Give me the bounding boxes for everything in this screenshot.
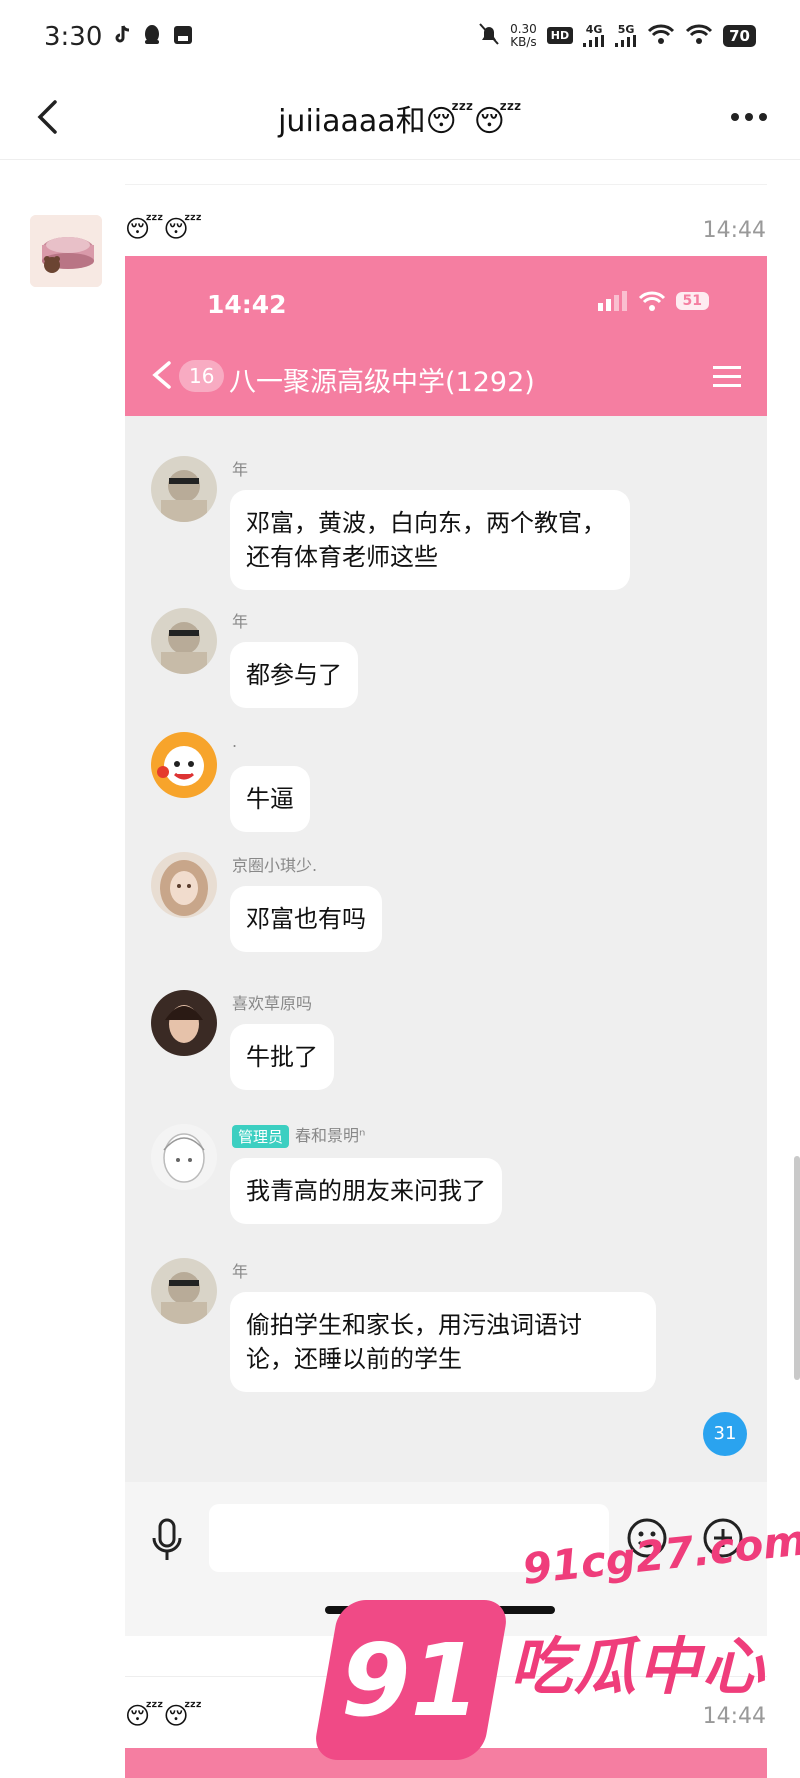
avatar — [151, 852, 217, 918]
avatar — [151, 608, 217, 674]
message-time: 14:44 — [702, 218, 766, 243]
message-bubble[interactable]: 偷拍学生和家长，用污浊词语讨 论，还睡以前的学生 — [230, 1292, 656, 1392]
inner-header: 14:42 51 16 八一聚源高级中学(1292) — [125, 256, 767, 416]
net-speed-unit: KB/s — [510, 34, 537, 49]
more-options-button[interactable] — [726, 102, 772, 132]
avatar — [151, 1258, 217, 1324]
inner-wifi-icon — [638, 291, 665, 311]
avatar-image — [151, 608, 217, 674]
message-bubble[interactable]: 邓富，黄波，白向东，两个教官， 还有体育老师这些 — [230, 490, 630, 590]
inner-signal-icon — [597, 291, 627, 311]
status-bar: 3:30 0.30 KB/s HD 4G 5G 70 — [0, 0, 800, 80]
mute-bell-icon — [478, 22, 500, 49]
sender-name-row: 管理员 春和景明ⁿ — [232, 1122, 365, 1148]
chat-header: juiiaaaa和😴😴 — [0, 80, 800, 160]
watermark-name: 吃瓜中心 — [510, 1630, 767, 1703]
sender-name: . — [232, 732, 238, 751]
net-speed: 0.30 KB/s — [510, 21, 537, 49]
chat-title: juiiaaaa和😴😴 — [278, 104, 522, 139]
inner-group-title: 八一聚源高级中学(1292) — [229, 367, 535, 398]
inner-status-time: 14:42 — [207, 290, 287, 319]
watermark-logo-text: 91 — [341, 1621, 481, 1739]
message-bubble[interactable]: 我青高的朋友来问我了 — [230, 1158, 502, 1224]
message-bubble[interactable]: 都参与了 — [230, 642, 358, 708]
watermark: 91cg27.com 91 吃瓜中心 — [311, 1515, 800, 1778]
tiktok-icon — [112, 24, 132, 50]
inner-unread-badge: 16 — [179, 360, 225, 392]
message-bubble[interactable]: 牛逼 — [230, 766, 310, 832]
qq-icon — [142, 24, 162, 50]
avatar-image — [151, 456, 217, 522]
unread-count-badge[interactable]: 31 — [703, 1412, 747, 1456]
sender-name: 春和景明ⁿ — [295, 1126, 366, 1145]
avatar — [151, 732, 217, 798]
anime-avatar-image — [151, 1124, 217, 1190]
inner-status-icons: 51 — [597, 290, 709, 312]
sender-name: 喜欢草原吗 — [232, 994, 313, 1013]
inner-battery: 51 — [675, 292, 709, 310]
avatar — [151, 456, 217, 522]
divider — [125, 184, 767, 185]
hd-badge: HD — [546, 27, 574, 44]
sender-name: 年 — [232, 612, 249, 631]
wifi-icon-2 — [685, 23, 713, 48]
forwarded-screenshot[interactable]: 14:42 51 16 八一聚源高级中学(1292) 年 邓富，黄波，白向东，两… — [125, 256, 767, 1636]
avatar-image — [151, 1258, 217, 1324]
avatar — [151, 1124, 217, 1190]
signal-5g: 5G — [615, 24, 637, 47]
status-time: 3:30 — [44, 22, 103, 52]
scrollbar[interactable] — [794, 1156, 800, 1380]
net-4g-label: 4G — [585, 23, 603, 36]
inner-chat-list: 年 邓富，黄波，白向东，两个教官， 还有体育老师这些 年 都参与了 . 牛逼 京… — [125, 416, 767, 1482]
watermark-logo: 91 — [311, 1600, 511, 1760]
message-bubble[interactable]: 牛批了 — [230, 1024, 334, 1090]
battery-indicator: 70 — [723, 24, 756, 47]
more-dots-icon — [731, 113, 767, 121]
sender-name: 年 — [232, 460, 249, 479]
cartoon-avatar-image — [151, 732, 217, 798]
admin-badge: 管理员 — [232, 1125, 290, 1148]
sender-name: 年 — [232, 1262, 249, 1281]
message-bubble[interactable]: 邓富也有吗 — [230, 886, 382, 952]
sender-name: 😴😴 — [125, 215, 202, 243]
inner-menu-icon — [713, 366, 741, 387]
app-icon — [172, 24, 194, 50]
net-speed-value: 0.30 — [510, 21, 537, 36]
sender-name: 😴😴 — [125, 1702, 202, 1730]
girl-avatar-image — [151, 852, 217, 918]
signal-4g: 4G — [583, 24, 605, 47]
portrait-avatar-image — [151, 990, 217, 1056]
sender-name: 京圈小琪少. — [232, 856, 318, 875]
cake-avatar-image — [30, 215, 102, 287]
microphone-icon[interactable] — [149, 1516, 185, 1564]
wifi-icon — [647, 23, 675, 48]
inner-back-icon — [152, 361, 171, 389]
avatar — [151, 990, 217, 1056]
sender-avatar[interactable] — [30, 215, 102, 287]
net-5g-label: 5G — [617, 23, 635, 36]
